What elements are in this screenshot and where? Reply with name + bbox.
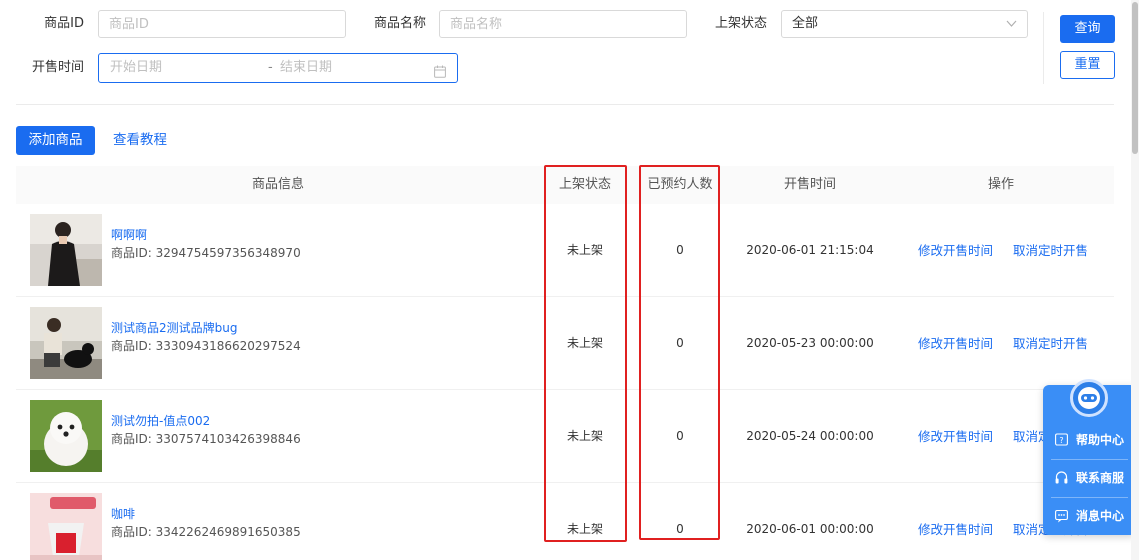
header-reserved-count: 已预约人数 — [647, 177, 713, 192]
reserved-count-cell: 0 — [676, 336, 684, 350]
product-name-link[interactable]: 啊啊啊 — [111, 226, 147, 243]
table-row: 啊啊啊 商品ID: 3294754597356348970 未上架 0 2020… — [16, 204, 1114, 297]
status-cell: 未上架 — [566, 429, 603, 443]
product-name-link[interactable]: 测试勿拍-值点002 — [111, 412, 210, 429]
status-select[interactable]: 全部 — [781, 10, 1028, 38]
table-row: 测试勿拍-值点002 商品ID: 3307574103426398846 未上架… — [16, 390, 1114, 483]
edit-sale-time-link[interactable]: 修改开售时间 — [918, 483, 993, 560]
date-separator: - — [268, 60, 273, 75]
status-select-value: 全部 — [792, 16, 819, 31]
status-cell: 未上架 — [566, 522, 603, 536]
message-icon — [1055, 497, 1068, 550]
product-thumbnail — [30, 493, 102, 560]
help-widget: ? 帮助中心 联系商服 消息中心 — [1043, 379, 1136, 535]
cancel-scheduled-sale-link[interactable]: 取消定时开售 — [1013, 204, 1088, 297]
status-label: 上架状态 — [714, 16, 767, 31]
sale-time-cell: 2020-06-01 00:00:00 — [746, 522, 874, 536]
product-name-label: 商品名称 — [373, 16, 426, 31]
edit-sale-time-link[interactable]: 修改开售时间 — [918, 297, 993, 390]
edit-sale-time-link[interactable]: 修改开售时间 — [918, 390, 993, 483]
contact-service-button[interactable]: 联系商服 — [1043, 459, 1136, 497]
date-range-picker[interactable]: 开始日期 - 结束日期 — [98, 53, 458, 83]
sale-time-cell: 2020-06-01 21:15:04 — [746, 243, 874, 257]
product-thumbnail — [30, 307, 102, 379]
message-center-button[interactable]: 消息中心 — [1043, 497, 1136, 535]
status-cell: 未上架 — [566, 336, 603, 350]
chevron-down-icon — [1006, 11, 1017, 47]
product-name-link[interactable]: 测试商品2测试品牌bug — [111, 319, 237, 336]
calendar-icon — [434, 61, 446, 89]
section-divider — [16, 104, 1114, 105]
header-status: 上架状态 — [558, 177, 611, 192]
sale-time-cell: 2020-05-23 00:00:00 — [746, 336, 874, 350]
reserved-count-cell: 0 — [676, 429, 684, 443]
cancel-scheduled-sale-link[interactable]: 取消定时开售 — [1013, 297, 1088, 390]
product-id-text: 商品ID: 3342262469891650385 — [111, 525, 301, 539]
scrollbar-thumb[interactable] — [1132, 2, 1138, 154]
end-date-input[interactable]: 结束日期 — [280, 54, 332, 82]
table-row: 测试商品2测试品牌bug 商品ID: 3330943186620297524 未… — [16, 297, 1114, 390]
help-center-label: 帮助中心 — [1076, 433, 1125, 447]
product-id-text: 商品ID: 3294754597356348970 — [111, 246, 301, 260]
header-actions: 操作 — [987, 177, 1014, 192]
product-id-input[interactable] — [98, 10, 346, 38]
sale-time-label: 开售时间 — [31, 60, 84, 75]
reserved-count-cell: 0 — [676, 243, 684, 257]
tutorial-link[interactable]: 查看教程 — [113, 126, 167, 155]
contact-service-label: 联系商服 — [1076, 471, 1125, 485]
table-row: 咖啡 商品ID: 3342262469891650385 未上架 0 2020-… — [16, 483, 1114, 560]
reset-button[interactable]: 重置 — [1060, 51, 1115, 79]
sale-time-cell: 2020-05-24 00:00:00 — [746, 429, 874, 443]
help-center-button[interactable]: ? 帮助中心 — [1043, 421, 1136, 459]
message-center-label: 消息中心 — [1076, 509, 1125, 523]
edit-sale-time-link[interactable]: 修改开售时间 — [918, 204, 993, 297]
filter-divider — [1043, 12, 1044, 84]
page-scrollbar[interactable] — [1131, 0, 1139, 560]
header-sale-time: 开售时间 — [783, 177, 836, 192]
product-id-text: 商品ID: 3330943186620297524 — [111, 339, 301, 353]
product-name-link[interactable]: 咖啡 — [111, 505, 135, 522]
reserved-count-cell: 0 — [676, 522, 684, 536]
search-button[interactable]: 查询 — [1060, 15, 1115, 43]
svg-text:?: ? — [1059, 436, 1063, 445]
status-cell: 未上架 — [566, 243, 603, 257]
product-id-label: 商品ID — [44, 16, 84, 31]
product-thumbnail — [30, 214, 102, 286]
product-id-text: 商品ID: 3307574103426398846 — [111, 432, 301, 446]
product-name-input[interactable] — [439, 10, 687, 38]
header-product-info: 商品信息 — [251, 177, 304, 192]
table-header: 商品信息 上架状态 已预约人数 开售时间 操作 — [16, 166, 1114, 204]
product-thumbnail — [30, 400, 102, 472]
robot-assistant-icon[interactable] — [1070, 379, 1108, 417]
add-product-button[interactable]: 添加商品 — [16, 126, 95, 155]
start-date-input[interactable]: 开始日期 — [110, 54, 162, 82]
